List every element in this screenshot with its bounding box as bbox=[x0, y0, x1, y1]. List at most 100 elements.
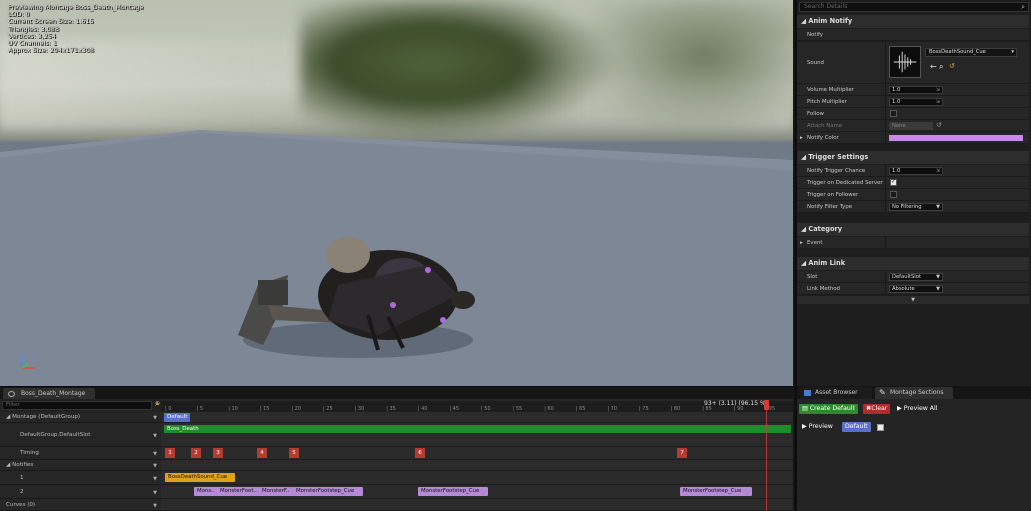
section-default-marker[interactable]: Default bbox=[164, 413, 191, 422]
slot-dropdown[interactable]: DefaultSlot ▼ bbox=[889, 273, 943, 281]
chevron-down-icon[interactable]: ▼ bbox=[153, 503, 157, 509]
track-row-notify-1[interactable]: 1 ▼ bbox=[0, 471, 161, 485]
prop-label: Slot bbox=[807, 274, 818, 280]
notify-footstep[interactable]: MonsterFootstep_Cue bbox=[418, 487, 488, 496]
prop-label: Volume Multiplier bbox=[807, 87, 854, 93]
timing-marker[interactable]: 5 bbox=[289, 448, 299, 458]
prop-trigger-chance: Notify Trigger Chance 1.0 ⇲ bbox=[797, 165, 1029, 177]
expand-arrow-icon[interactable]: ▸ bbox=[800, 237, 803, 249]
sound-thumbnail[interactable] bbox=[889, 46, 921, 78]
prop-label: Trigger on Dedicated Server bbox=[807, 180, 883, 186]
track-row-slot[interactable]: DefaultGroup.DefaultSlot ▼ bbox=[0, 423, 161, 447]
filter-type-dropdown[interactable]: No Filtering ▼ bbox=[889, 203, 943, 211]
notify-boss-death-sound[interactable]: BossDeathSound_Cue bbox=[165, 473, 235, 482]
category-anim-link[interactable]: ◢ Anim Link bbox=[797, 257, 1029, 270]
details-search-input[interactable]: Search Details ⌕ bbox=[799, 2, 1029, 12]
timing-marker[interactable]: 7 bbox=[677, 448, 687, 458]
timing-marker[interactable]: 2 bbox=[191, 448, 201, 458]
tab-montage-sections[interactable]: ✎ Montage Sections bbox=[875, 387, 953, 399]
clear-button[interactable]: ✖Clear bbox=[863, 404, 891, 414]
category-label: Anim Link bbox=[808, 259, 846, 267]
advanced-expand-icon[interactable]: ▼ bbox=[797, 296, 1029, 304]
notify-footstep[interactable]: MonsterF.. bbox=[259, 487, 294, 496]
browse-icon[interactable]: ⌕ bbox=[939, 62, 943, 72]
details-panel: Search Details ⌕ ◢ Anim Notify Notify So… bbox=[795, 0, 1031, 386]
track-row-timing[interactable]: Timing ▼ bbox=[0, 447, 161, 460]
trigger-chance-input[interactable]: 1.0 ⇲ bbox=[889, 167, 943, 175]
track-row-montage[interactable]: ◢ Montage (DefaultGroup) ▼ bbox=[0, 412, 161, 423]
spin-icon: ⇲ bbox=[935, 87, 940, 93]
spin-icon: ⇲ bbox=[935, 99, 940, 105]
segment-boss-death[interactable]: Boss_Death bbox=[164, 425, 791, 433]
dedicated-server-checkbox[interactable] bbox=[890, 178, 897, 186]
notify-track-1[interactable]: BossDeathSound_Cue bbox=[161, 471, 793, 485]
preview-button[interactable]: ▶ Preview bbox=[799, 422, 836, 432]
column-split bbox=[885, 237, 886, 248]
panel-tab-bar: Asset Browser ✎ Montage Sections bbox=[797, 386, 1031, 399]
create-default-button[interactable]: ▤ Create Default bbox=[799, 404, 858, 414]
row-text: Curves (0) bbox=[6, 502, 36, 508]
column-split bbox=[885, 96, 886, 107]
reset-icon[interactable]: ↺ bbox=[949, 62, 955, 70]
prop-follow: Follow bbox=[797, 108, 1029, 120]
notify-footstep[interactable]: MonsterFootstep_Cue bbox=[293, 487, 363, 496]
dropdown-arrow-icon: ▾ bbox=[1011, 49, 1014, 55]
pitch-multiplier-input[interactable]: 1.0 ⇲ bbox=[889, 98, 943, 106]
chevron-down-icon[interactable]: ▼ bbox=[153, 463, 157, 469]
chevron-down-icon[interactable]: ▼ bbox=[153, 451, 157, 457]
prop-link-method: Link Method Absolute ▼ bbox=[797, 283, 1029, 295]
chevron-down-icon[interactable]: ▼ bbox=[153, 415, 157, 421]
stat-line: Approx Size: 294x171x308 bbox=[8, 46, 94, 55]
reset-icon[interactable]: ↺ bbox=[936, 121, 942, 129]
preview-viewport[interactable]: Previewing Montage Boss_Death_Montage LO… bbox=[0, 0, 793, 386]
notify-track-2[interactable]: Mons.. MonsterFoot.. MonsterF.. MonsterF… bbox=[161, 485, 793, 499]
track-row-notify-2[interactable]: 2 ▼ bbox=[0, 485, 161, 499]
frame-readout: 93+ (3.11) (96.15 %) bbox=[704, 400, 768, 407]
preview-all-button[interactable]: ▶ Preview All bbox=[894, 404, 940, 414]
timing-marker[interactable]: 4 bbox=[257, 448, 267, 458]
timeline-tracks[interactable]: | 0 | 5 | 10 | 15 | 20 | 25 | 30 | 35 | 40 | 45 | … bbox=[161, 399, 793, 511]
chevron-down-icon[interactable]: ▼ bbox=[153, 490, 157, 496]
volume-multiplier-input[interactable]: 1.0 ⇲ bbox=[889, 86, 943, 94]
chevron-down-icon[interactable]: ▼ bbox=[153, 476, 157, 482]
time-ruler[interactable]: | 0 | 5 | 10 | 15 | 20 | 25 | 30 | 35 | 40 | 45 | … bbox=[161, 401, 793, 412]
slot-lane[interactable]: Boss_Death bbox=[161, 423, 793, 447]
link-method-dropdown[interactable]: Absolute ▼ bbox=[889, 285, 943, 293]
timing-marker[interactable]: 1 bbox=[165, 448, 175, 458]
montage-icon bbox=[8, 391, 15, 397]
attach-name-input[interactable]: None bbox=[889, 122, 933, 130]
section-lane[interactable]: Default bbox=[161, 412, 793, 423]
timing-marker[interactable]: 3 bbox=[213, 448, 223, 458]
chevron-down-icon[interactable]: ▼ bbox=[153, 433, 157, 439]
link-method-value: Absolute bbox=[892, 286, 915, 292]
use-selected-icon[interactable]: ← bbox=[930, 62, 937, 71]
waveform-icon bbox=[893, 51, 917, 73]
notify-footstep[interactable]: MonsterFoot.. bbox=[217, 487, 260, 496]
search-icon[interactable]: ⌕ bbox=[1021, 3, 1025, 11]
track-row-curves[interactable]: Curves (0) ▼ bbox=[0, 499, 161, 511]
category-category[interactable]: ◢ Category bbox=[797, 223, 1029, 236]
notify-footstep[interactable]: Mons.. bbox=[194, 487, 218, 496]
follow-checkbox[interactable] bbox=[890, 110, 897, 117]
tab-asset-browser[interactable]: Asset Browser bbox=[800, 387, 872, 399]
timing-lane[interactable]: 1 2 3 4 5 6 7 bbox=[161, 447, 793, 460]
notify-color-swatch[interactable] bbox=[889, 135, 1023, 141]
button-label: Create Default bbox=[809, 405, 855, 412]
track-row-notifies[interactable]: ◢ Notifies ▼ bbox=[0, 460, 161, 471]
scrub-handle[interactable] bbox=[764, 400, 769, 410]
sound-asset-picker[interactable]: BossDeathSound_Cue ▾ bbox=[925, 48, 1017, 57]
expand-arrow-icon[interactable]: ▸ bbox=[800, 132, 803, 144]
notify-footstep[interactable]: MonsterFootstep_Cue bbox=[680, 487, 752, 496]
category-anim-notify[interactable]: ◢ Anim Notify bbox=[797, 15, 1029, 28]
timing-marker[interactable]: 6 bbox=[415, 448, 425, 458]
button-label: Preview bbox=[808, 423, 833, 430]
default-section-button[interactable]: Default bbox=[842, 422, 871, 432]
filter-value: No Filtering bbox=[892, 204, 922, 210]
add-icon[interactable]: ⊕ bbox=[155, 400, 160, 407]
track-filter-input[interactable]: Filter ⌕ bbox=[2, 401, 159, 410]
pitch-value: 1.0 bbox=[892, 99, 901, 105]
section-loop-checkbox[interactable] bbox=[877, 424, 884, 431]
category-trigger-settings[interactable]: ◢ Trigger Settings bbox=[797, 151, 1029, 164]
row-text: Notifies bbox=[12, 462, 34, 468]
follower-checkbox[interactable] bbox=[890, 191, 897, 198]
